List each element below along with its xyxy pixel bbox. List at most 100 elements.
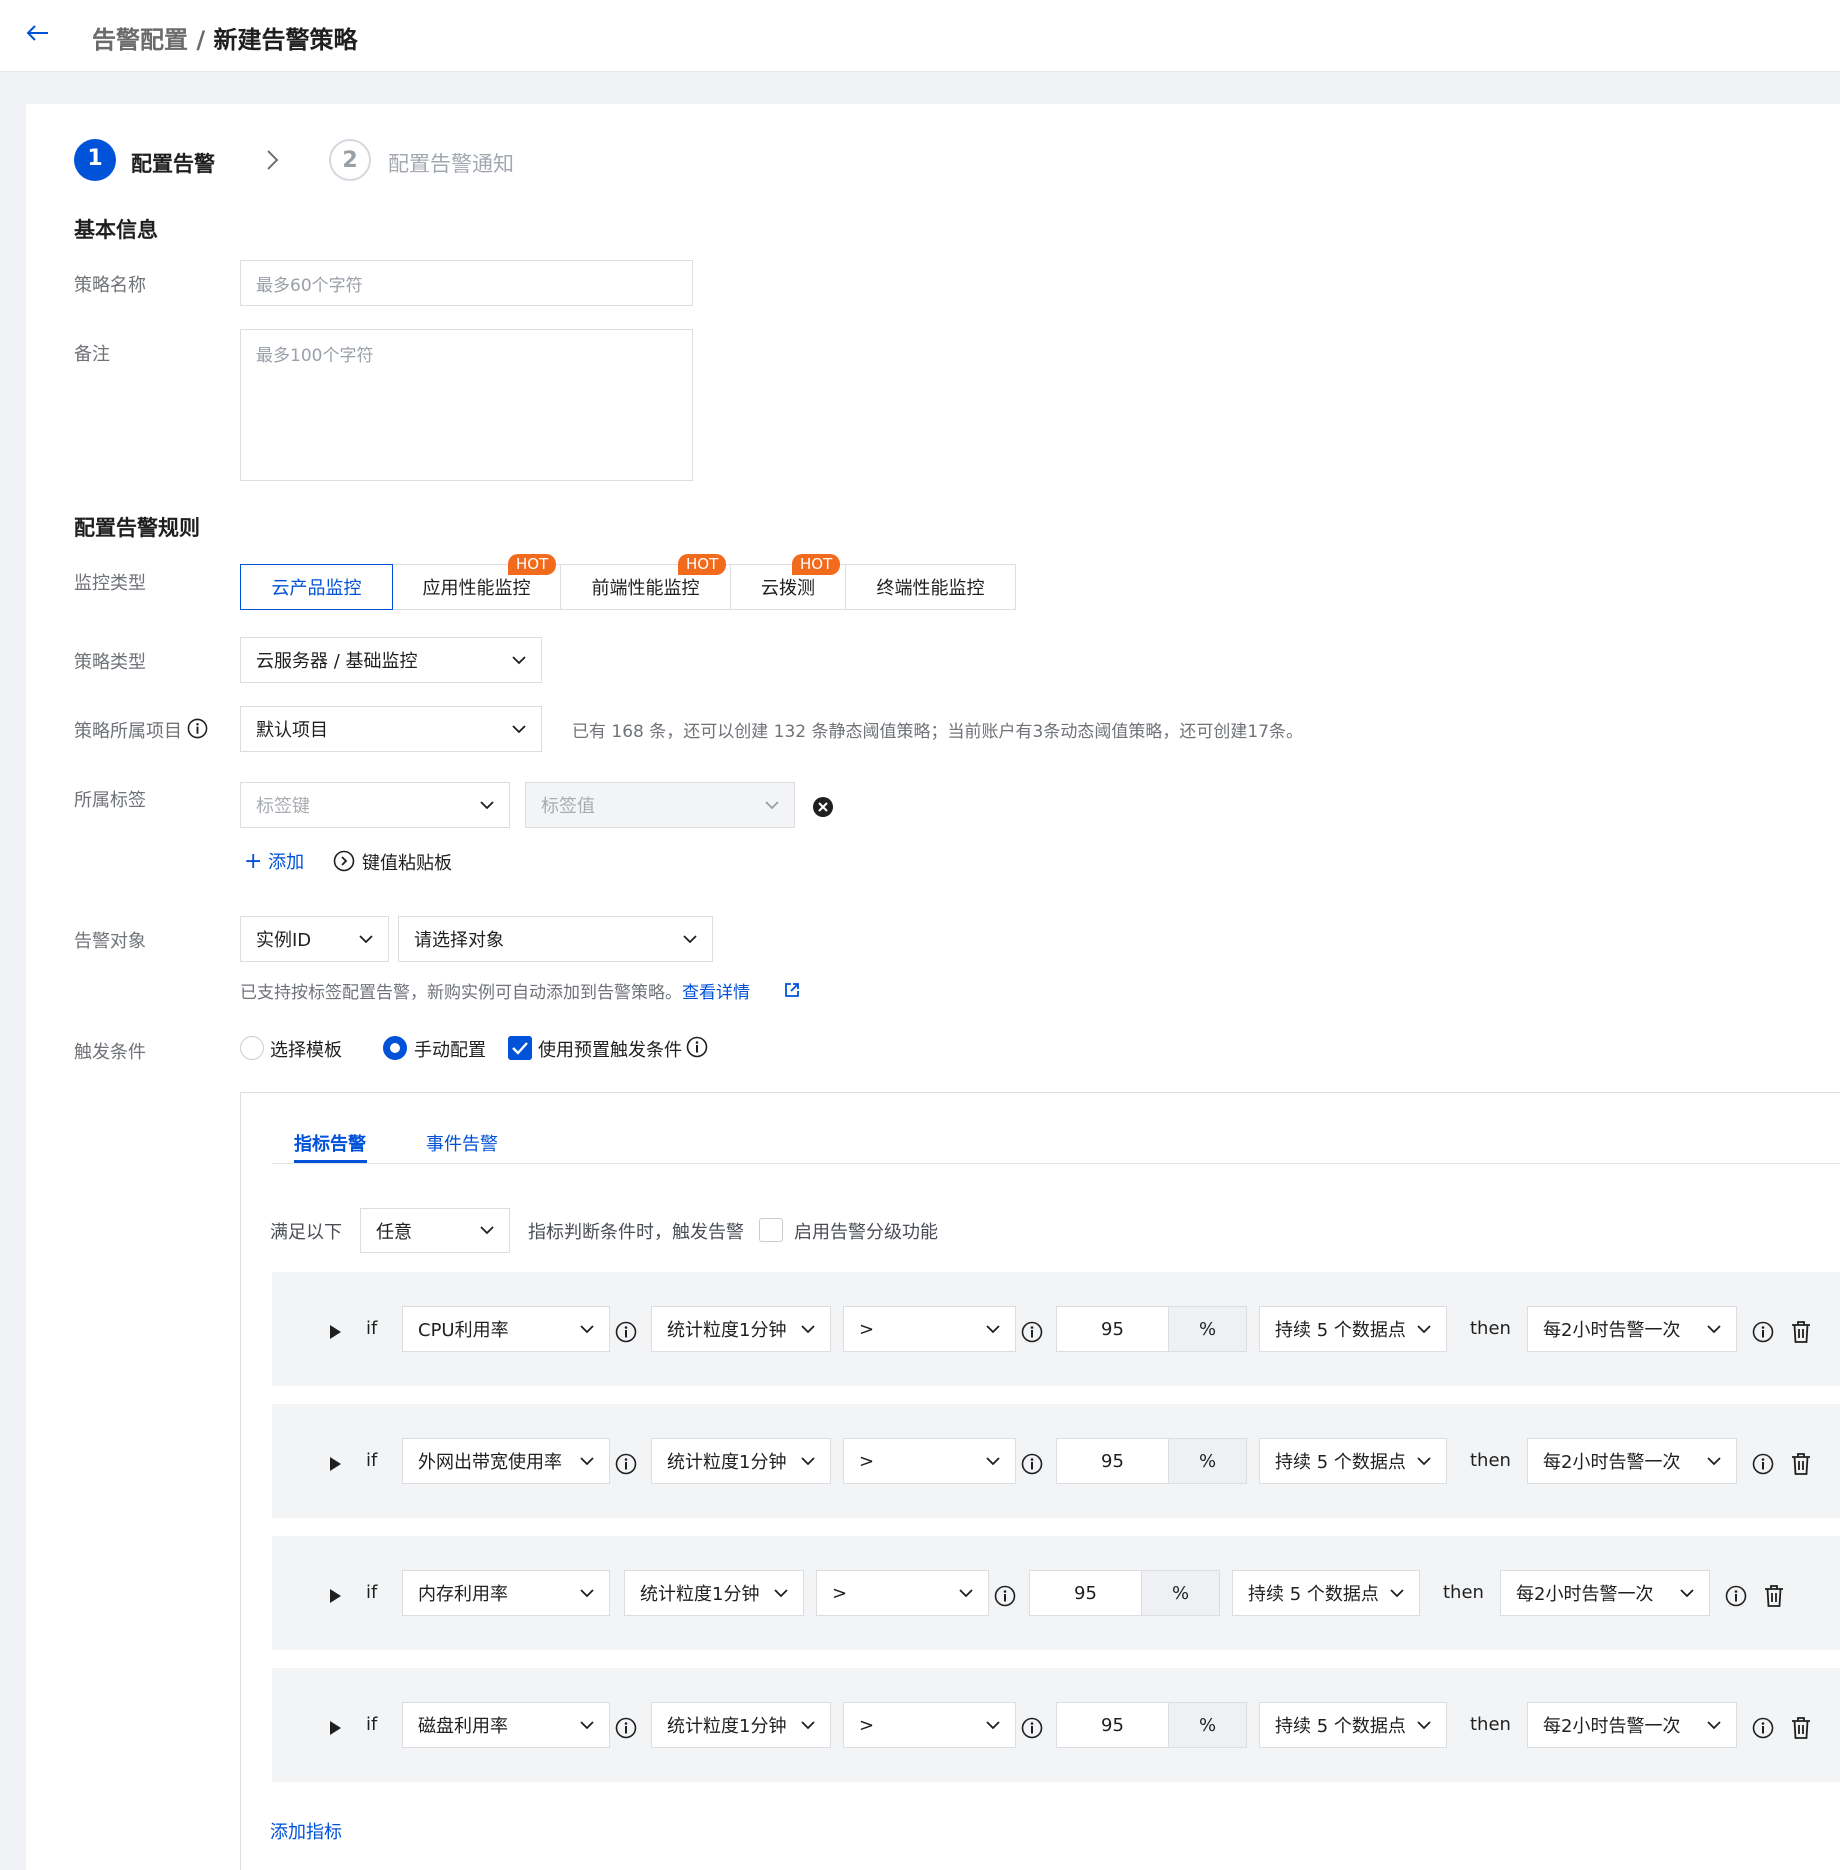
duration-select[interactable]: 持续 5 个数据点 <box>1232 1570 1420 1616</box>
info-icon[interactable] <box>1752 1321 1774 1343</box>
expand-triangle-icon[interactable] <box>330 1325 341 1339</box>
radio-manual-label[interactable]: 手动配置 <box>414 1036 486 1062</box>
condition-suffix: 指标判断条件时，触发告警 <box>528 1222 744 1243</box>
radio-template-label[interactable]: 选择模板 <box>270 1036 342 1062</box>
clear-tag-icon[interactable] <box>812 796 834 818</box>
threshold-unit: % <box>1169 1438 1247 1484</box>
threshold-input[interactable]: 95 <box>1056 1438 1169 1484</box>
info-icon[interactable] <box>187 718 208 739</box>
info-icon[interactable] <box>686 1036 708 1058</box>
tag-label: 所属标签 <box>74 790 146 811</box>
alarm-frequency-select[interactable]: 每2小时告警一次 <box>1527 1306 1737 1352</box>
delete-trash-icon[interactable] <box>1790 1716 1812 1740</box>
external-link-icon[interactable] <box>784 982 800 998</box>
chevron-down-icon <box>480 801 494 810</box>
period-value: 统计粒度1分钟 <box>667 1452 787 1473</box>
tag-key-placeholder: 标签键 <box>256 796 310 817</box>
expand-triangle-icon[interactable] <box>330 1457 341 1471</box>
info-icon[interactable] <box>1752 1717 1774 1739</box>
alarm-frequency-select[interactable]: 每2小时告警一次 <box>1500 1570 1710 1616</box>
info-icon[interactable] <box>1021 1321 1043 1343</box>
expand-triangle-icon[interactable] <box>330 1721 341 1735</box>
period-select[interactable]: 统计粒度1分钟 <box>651 1306 831 1352</box>
alarm-frequency-select[interactable]: 每2小时告警一次 <box>1527 1438 1737 1484</box>
tag-value-select[interactable]: 标签值 <box>525 782 795 828</box>
info-icon[interactable] <box>615 1717 637 1739</box>
alarm-frequency-value: 每2小时告警一次 <box>1543 1452 1681 1473</box>
key-value-paste-button[interactable]: 键值粘贴板 <box>362 849 452 875</box>
metric-select[interactable]: 磁盘利用率 <box>402 1702 610 1748</box>
preset-checkbox-label[interactable]: 使用预置触发条件 <box>538 1036 682 1062</box>
threshold-input[interactable]: 95 <box>1056 1306 1169 1352</box>
operator-select[interactable]: > <box>843 1438 1016 1484</box>
project-select[interactable]: 默认项目 <box>240 706 542 752</box>
condition-match-select[interactable]: 任意 <box>360 1208 510 1253</box>
view-details-link[interactable]: 查看详情 <box>682 983 750 1003</box>
threshold-input[interactable]: 95 <box>1056 1702 1169 1748</box>
tab-terminal-performance-monitor[interactable]: 终端性能监控 <box>845 564 1016 610</box>
info-icon[interactable] <box>1021 1453 1043 1475</box>
operator-select[interactable]: > <box>816 1570 989 1616</box>
policy-type-select[interactable]: 云服务器 / 基础监控 <box>240 637 542 683</box>
info-icon[interactable] <box>615 1321 637 1343</box>
metric-select[interactable]: 内存利用率 <box>402 1570 610 1616</box>
operator-select[interactable]: > <box>843 1306 1016 1352</box>
period-select[interactable]: 统计粒度1分钟 <box>624 1570 804 1616</box>
expand-triangle-icon[interactable] <box>330 1589 341 1603</box>
tab-cloud-product-monitor[interactable]: 云产品监控 <box>240 564 393 610</box>
tab-metric-alarm[interactable]: 指标告警 <box>294 1130 366 1156</box>
chevron-down-icon <box>774 1589 788 1598</box>
radio-template[interactable] <box>240 1036 264 1060</box>
delete-trash-icon[interactable] <box>1763 1584 1785 1608</box>
chevron-down-icon <box>512 656 526 665</box>
project-label: 策略所属项目 <box>74 721 182 742</box>
add-metric-button[interactable]: 添加指标 <box>270 1818 342 1844</box>
chevron-circle-icon[interactable] <box>333 850 355 872</box>
alarm-frequency-select[interactable]: 每2小时告警一次 <box>1527 1702 1737 1748</box>
metric-select[interactable]: 外网出带宽使用率 <box>402 1438 610 1484</box>
info-icon[interactable] <box>1725 1585 1747 1607</box>
duration-value: 持续 5 个数据点 <box>1248 1584 1379 1605</box>
add-tag-button[interactable]: + 添加 <box>244 848 304 874</box>
chevron-down-icon <box>580 1457 594 1466</box>
chevron-down-icon <box>1707 1721 1721 1730</box>
target-type-select[interactable]: 实例ID <box>240 916 389 962</box>
grading-checkbox[interactable] <box>759 1218 783 1242</box>
target-label: 告警对象 <box>74 931 146 952</box>
period-value: 统计粒度1分钟 <box>667 1716 787 1737</box>
metric-value: CPU利用率 <box>418 1320 509 1341</box>
back-arrow-icon[interactable] <box>22 18 52 48</box>
preset-checkbox[interactable] <box>508 1036 532 1060</box>
breadcrumb-parent[interactable]: 告警配置 / <box>92 26 205 54</box>
delete-trash-icon[interactable] <box>1790 1452 1812 1476</box>
tab-event-alarm[interactable]: 事件告警 <box>426 1130 498 1156</box>
metric-value: 内存利用率 <box>418 1584 508 1605</box>
delete-trash-icon[interactable] <box>1790 1320 1812 1344</box>
then-label: then <box>1470 1714 1511 1735</box>
remark-textarea[interactable]: 最多100个字符 <box>240 329 693 481</box>
duration-select[interactable]: 持续 5 个数据点 <box>1259 1306 1447 1352</box>
page-title: 新建告警策略 <box>213 26 358 54</box>
operator-select[interactable]: > <box>843 1702 1016 1748</box>
radio-manual[interactable] <box>383 1036 407 1060</box>
metric-value: 磁盘利用率 <box>418 1716 508 1737</box>
duration-select[interactable]: 持续 5 个数据点 <box>1259 1438 1447 1484</box>
target-hint: 已支持按标签配置告警，新购实例可自动添加到告警策略。查看详情 <box>240 978 750 1003</box>
period-select[interactable]: 统计粒度1分钟 <box>651 1702 831 1748</box>
metric-select[interactable]: CPU利用率 <box>402 1306 610 1352</box>
info-icon[interactable] <box>615 1453 637 1475</box>
duration-select[interactable]: 持续 5 个数据点 <box>1259 1702 1447 1748</box>
project-quota-hint: 已有 168 条，还可以创建 132 条静态阈值策略；当前账户有3条动态阈值策略… <box>572 722 1303 742</box>
threshold-unit: % <box>1169 1306 1247 1352</box>
grading-label[interactable]: 启用告警分级功能 <box>794 1218 938 1244</box>
period-select[interactable]: 统计粒度1分钟 <box>651 1438 831 1484</box>
info-icon[interactable] <box>1021 1717 1043 1739</box>
operator-value: > <box>859 1318 875 1340</box>
target-object-select[interactable]: 请选择对象 <box>398 916 713 962</box>
project-value: 默认项目 <box>256 720 328 741</box>
tag-key-select[interactable]: 标签键 <box>240 782 510 828</box>
info-icon[interactable] <box>994 1585 1016 1607</box>
name-input[interactable]: 最多60个字符 <box>240 260 693 306</box>
threshold-input[interactable]: 95 <box>1029 1570 1142 1616</box>
info-icon[interactable] <box>1752 1453 1774 1475</box>
